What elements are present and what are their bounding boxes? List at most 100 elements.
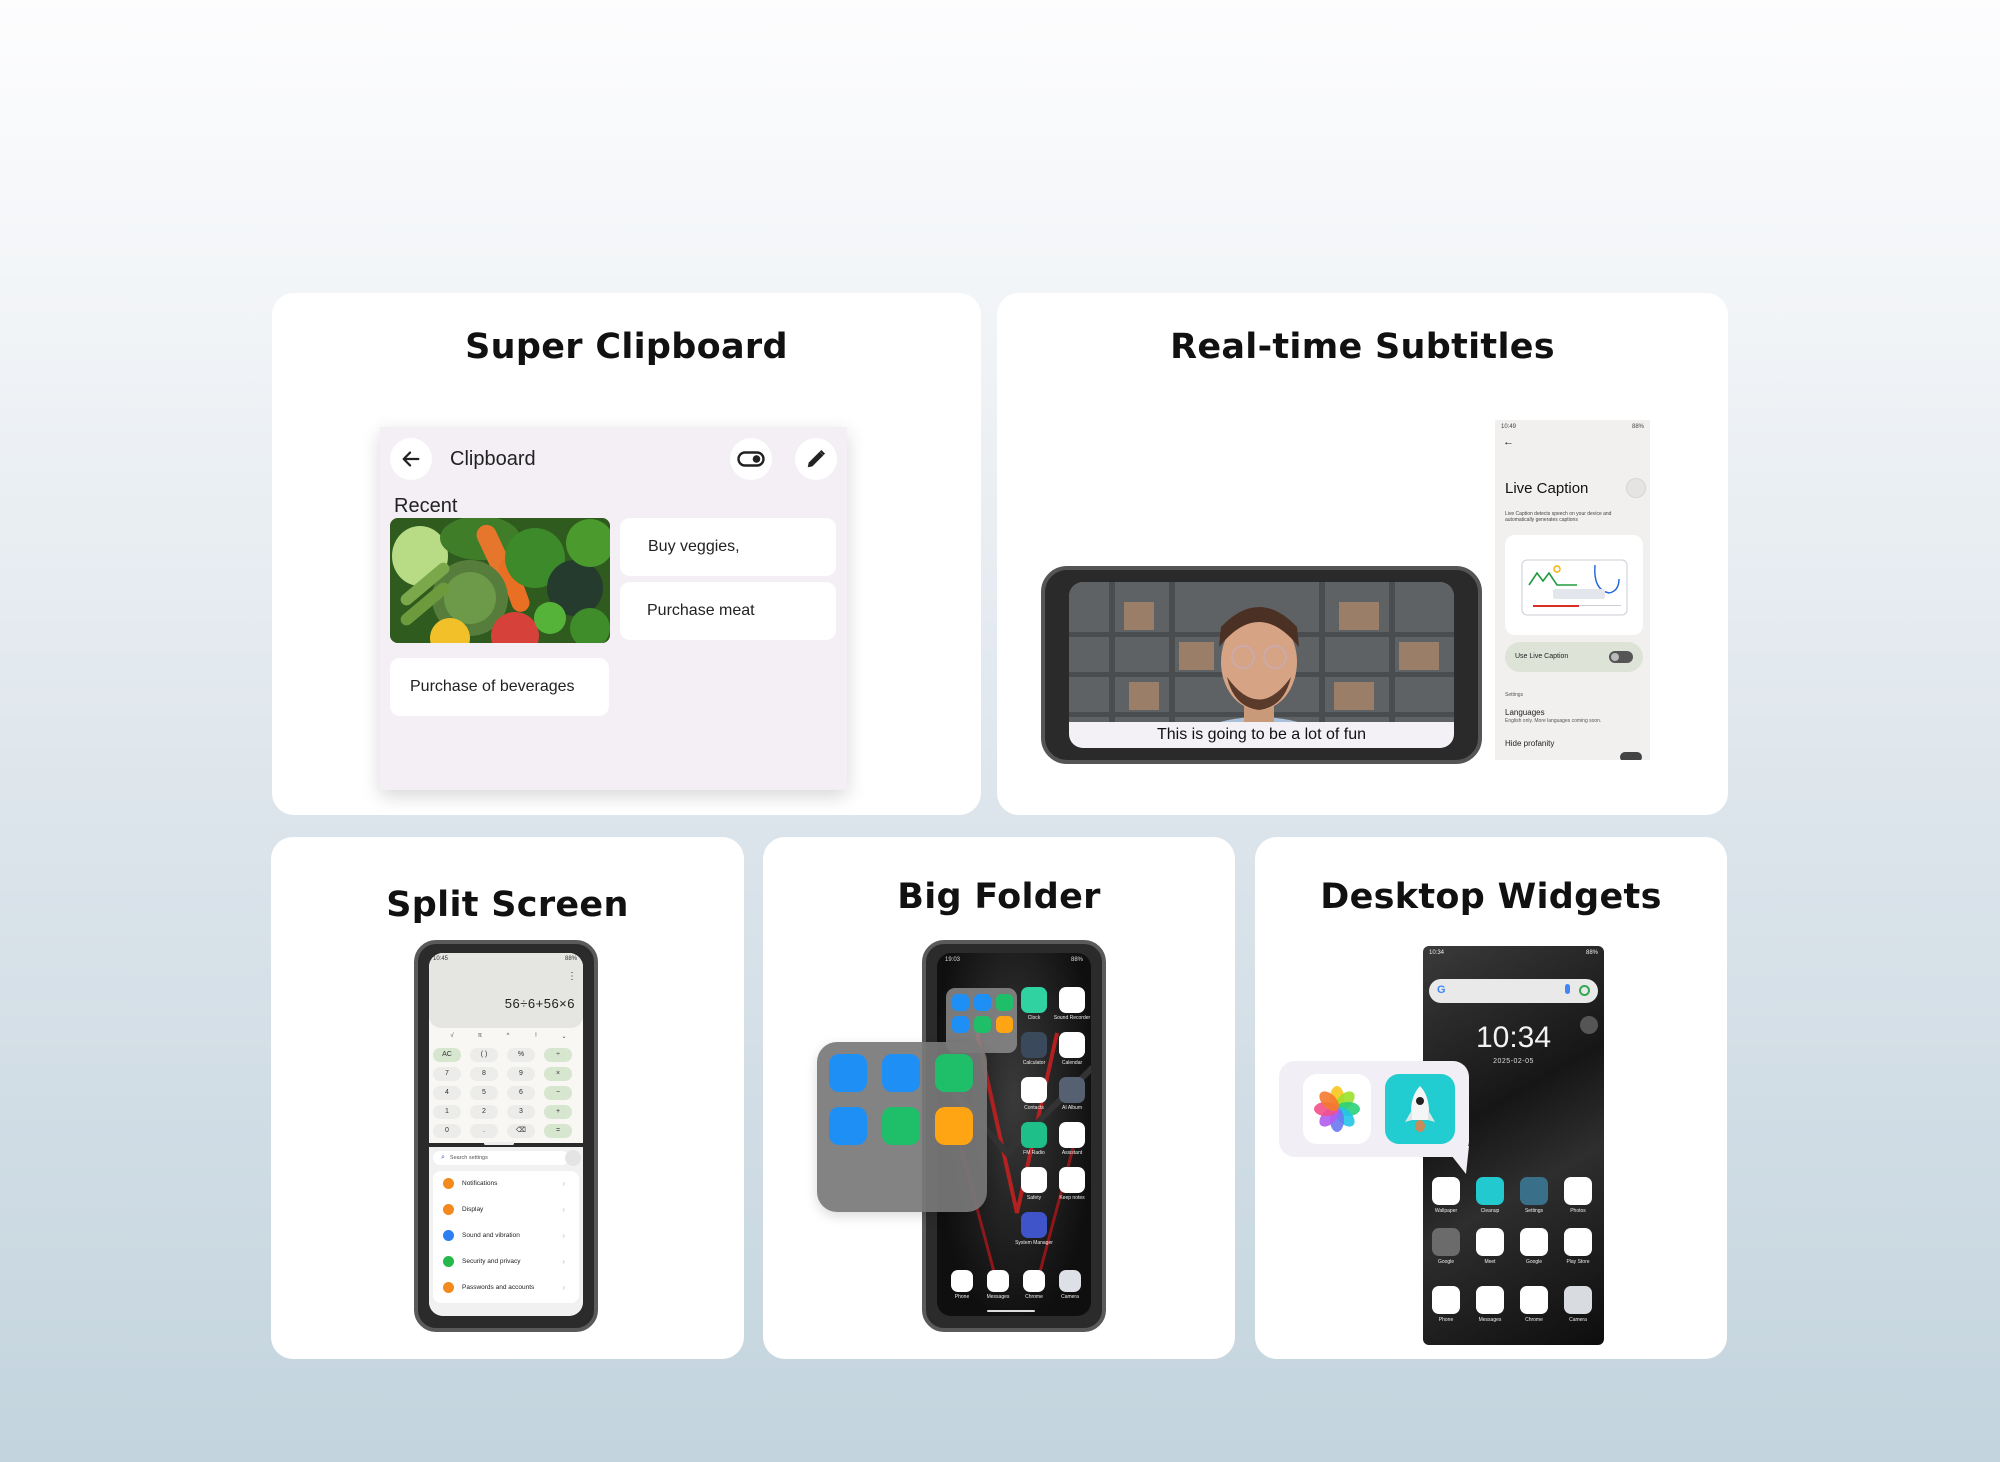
app-icon[interactable] (1564, 1177, 1592, 1205)
settings-item-label: Passwords and accounts (462, 1284, 535, 1291)
google-lens-icon[interactable] (1579, 985, 1590, 996)
calculator-key[interactable]: 3 (507, 1105, 535, 1119)
settings-search-bar[interactable]: ⌕ Search settings (433, 1151, 569, 1165)
calculator-key[interactable]: × (544, 1067, 572, 1081)
calculator-key[interactable]: 0 (433, 1124, 461, 1138)
app-icon[interactable] (1021, 1122, 1047, 1148)
assist-button[interactable] (1626, 478, 1646, 498)
card-title: Real-time Subtitles (1170, 327, 1555, 367)
widgets-icon[interactable] (882, 1107, 920, 1145)
home-indicator[interactable] (987, 1310, 1035, 1312)
dock-app-icon[interactable] (951, 1270, 973, 1292)
use-live-caption-toggle[interactable] (1609, 651, 1633, 663)
calculator-key[interactable]: − (544, 1086, 572, 1100)
clipboard-item[interactable]: Buy veggies, (620, 518, 836, 576)
calculator-key[interactable]: ÷ (544, 1048, 572, 1062)
calculator-key[interactable]: 6 (507, 1086, 535, 1100)
settings-item[interactable]: Notifications › (443, 1171, 569, 1196)
calculator-key[interactable]: ⌫ (507, 1124, 535, 1138)
app-icon[interactable] (1432, 1177, 1460, 1205)
hide-profanity-toggle[interactable] (1620, 752, 1642, 760)
toggle-button[interactable] (730, 438, 772, 480)
hide-profanity-title[interactable]: Hide profanity (1505, 739, 1554, 748)
app-icon[interactable] (1059, 1122, 1085, 1148)
scientific-key[interactable]: ! (526, 1033, 546, 1039)
calculator-key[interactable]: 7 (433, 1067, 461, 1081)
profile-avatar[interactable] (565, 1150, 581, 1166)
app-icon[interactable] (1432, 1228, 1460, 1256)
video-player[interactable]: This is going to be a lot of fun (1069, 582, 1454, 748)
calculator-key[interactable]: 5 (470, 1086, 498, 1100)
calculator-key[interactable]: ( ) (470, 1048, 498, 1062)
feature-card-split-screen: Split Screen 10:45 88% ⋮ 56÷6+56×6 √ π ^! ⌄… (271, 837, 744, 1359)
app-icon[interactable] (1021, 1077, 1047, 1103)
scientific-key[interactable]: ^ (498, 1033, 518, 1039)
calculator-key[interactable]: 9 (507, 1067, 535, 1081)
languages-title[interactable]: Languages (1505, 708, 1545, 717)
status-battery: 88% (1631, 424, 1644, 430)
app-icon[interactable] (1432, 1286, 1460, 1314)
back-button[interactable] (390, 438, 432, 480)
app-icon[interactable] (1059, 1077, 1085, 1103)
calculator-key[interactable]: = (544, 1124, 572, 1138)
calculator-key[interactable]: . (470, 1124, 498, 1138)
calculator-key[interactable]: + (544, 1105, 572, 1119)
folder-mini-app (952, 1016, 969, 1033)
scan-icon[interactable] (882, 1054, 920, 1092)
back-arrow-icon[interactable]: ← (1503, 436, 1514, 448)
calculator-key[interactable]: 1 (433, 1105, 461, 1119)
search-icon: ⌕ (441, 1154, 445, 1161)
app-icon[interactable] (1564, 1286, 1592, 1314)
settings-item[interactable]: Display › (443, 1197, 569, 1222)
arrow-left-icon (402, 451, 420, 467)
gamepad-icon[interactable] (829, 1107, 867, 1145)
settings-item[interactable]: Security and privacy › (443, 1249, 569, 1274)
scientific-key[interactable]: π (470, 1033, 490, 1039)
big-folder-popup[interactable] (817, 1042, 987, 1212)
dock-app-icon[interactable] (1059, 1270, 1081, 1292)
dock-app-icon[interactable] (1023, 1270, 1045, 1292)
scientific-key[interactable]: ⌄ (554, 1033, 574, 1040)
app-icon[interactable] (1021, 1032, 1047, 1058)
app-icon[interactable] (1520, 1177, 1548, 1205)
calculator-key[interactable]: AC (433, 1048, 461, 1062)
settings-item[interactable]: Sound and vibration › (443, 1223, 569, 1248)
settings-item[interactable]: Passwords and accounts › (443, 1275, 569, 1300)
microphone-icon[interactable] (1565, 984, 1570, 994)
clipboard-item[interactable]: Purchase of beverages (390, 658, 609, 716)
calculator-key[interactable]: % (507, 1048, 535, 1062)
app-label: Cleanup (1480, 1208, 1500, 1214)
toolbox-icon[interactable] (829, 1054, 867, 1092)
use-live-caption-row[interactable]: Use Live Caption (1505, 642, 1643, 672)
calculator-key[interactable]: 8 (470, 1067, 498, 1081)
google-search-widget[interactable]: G (1429, 979, 1598, 1003)
smiley-icon[interactable] (935, 1054, 973, 1092)
app-icon[interactable] (1059, 987, 1085, 1013)
photos-app-tile[interactable] (1303, 1074, 1371, 1144)
status-time: 19:03 (945, 957, 961, 963)
app-icon[interactable] (1520, 1286, 1548, 1314)
app-icon[interactable] (1520, 1228, 1548, 1256)
dock-app-icon[interactable] (987, 1270, 1009, 1292)
calculator-key[interactable]: 2 (470, 1105, 498, 1119)
app-icon[interactable] (1476, 1286, 1504, 1314)
app-icon[interactable] (1021, 1167, 1047, 1193)
sim-card-icon[interactable] (935, 1107, 973, 1145)
assistive-ball[interactable] (1580, 1016, 1598, 1034)
app-icon[interactable] (1059, 1167, 1085, 1193)
app-icon[interactable] (1059, 1032, 1085, 1058)
cleanup-app-tile[interactable] (1385, 1074, 1455, 1144)
calculator-key[interactable]: 4 (433, 1086, 461, 1100)
more-options-icon[interactable]: ⋮ (567, 971, 577, 982)
app-icon[interactable] (1021, 1212, 1047, 1238)
status-battery: 88% (1585, 950, 1598, 956)
app-icon[interactable] (1564, 1228, 1592, 1256)
app-icon[interactable] (1476, 1177, 1504, 1205)
app-icon[interactable] (1021, 987, 1047, 1013)
edit-button[interactable] (795, 438, 837, 480)
clipboard-item-vegetables-photo[interactable] (390, 518, 610, 643)
scientific-key[interactable]: √ (442, 1033, 462, 1039)
widget-popup (1279, 1061, 1469, 1174)
app-icon[interactable] (1476, 1228, 1504, 1256)
clipboard-item[interactable]: Purchase meat (620, 582, 836, 640)
